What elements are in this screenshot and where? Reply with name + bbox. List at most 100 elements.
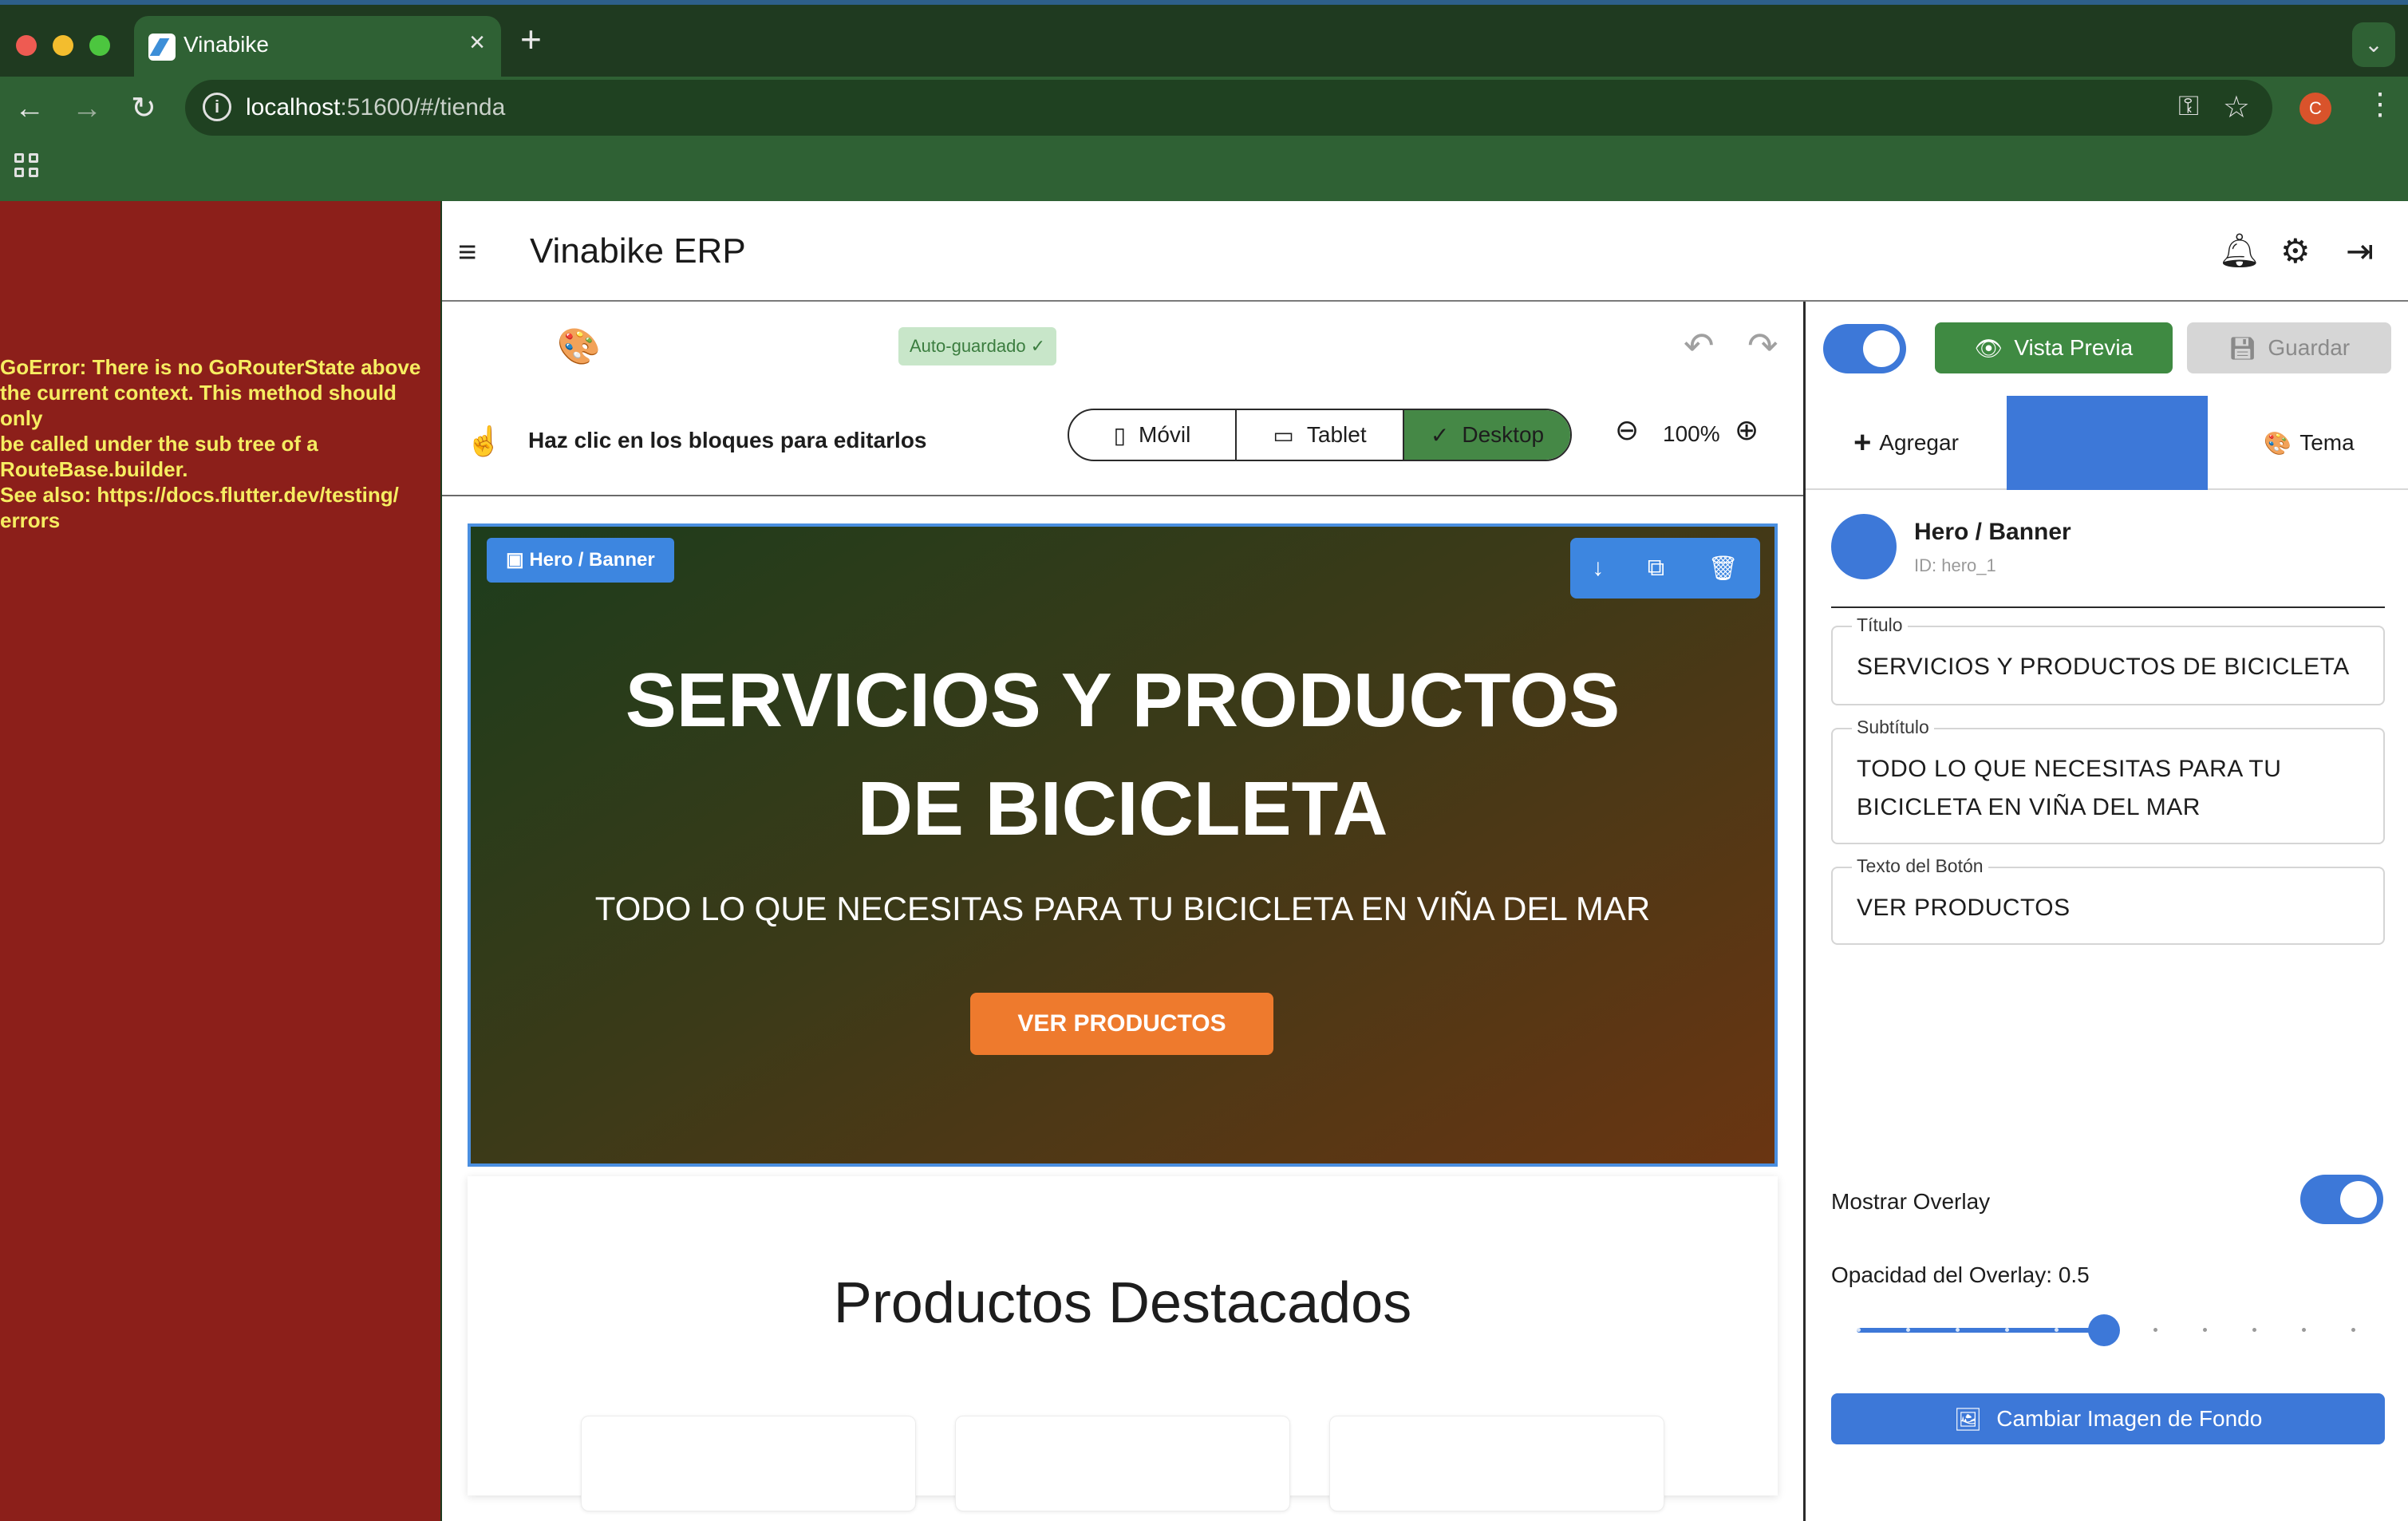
hero-title: SERVICIOS Y PRODUCTOS DE BICICLETA: [625, 658, 1620, 851]
editor-toolbar: 🎨 Auto-guardado ✓ ↶ ↷: [442, 302, 1803, 396]
bookmark-star-icon[interactable]: ☆: [2223, 89, 2250, 125]
app-bar: ≡ Vinabike ERP 🔔︎ ⚙ ⇥: [442, 201, 2408, 302]
selected-block-header: Hero / Banner ID: hero_1: [1831, 514, 2385, 608]
preview-label: Vista Previa: [2014, 335, 2134, 360]
title-field-value: SERVICIOS Y PRODUCTOS DE BICICLETA: [1857, 654, 2350, 680]
copy-icon[interactable]: ⧉: [1648, 555, 1664, 582]
tab-search-chevron-icon[interactable]: ⌄: [2352, 22, 2395, 67]
gear-icon[interactable]: ⚙: [2280, 231, 2311, 271]
palette-icon: 🎨: [2264, 430, 2292, 456]
view-carousel-icon: ▣: [506, 549, 530, 571]
back-icon[interactable]: ←: [14, 89, 45, 128]
tab-add[interactable]: + Agregar: [1806, 396, 2007, 490]
block-avatar: [1831, 514, 1897, 579]
product-card[interactable]: [955, 1416, 1290, 1511]
error-message: GoError: There is no GoRouterState above…: [0, 355, 421, 532]
slider-tick: [2302, 1328, 2306, 1332]
reload-icon[interactable]: ↻: [131, 89, 156, 128]
forward-icon[interactable]: →: [72, 89, 102, 128]
overlay-toggle[interactable]: [2300, 1175, 2383, 1224]
address-bar[interactable]: i localhost:51600/#/tienda ⚿ ☆: [185, 80, 2272, 136]
maximize-window-button[interactable]: [89, 35, 110, 56]
tab-title: Vinabike: [184, 32, 269, 57]
zoom-in-icon[interactable]: ⊕: [1735, 413, 1759, 447]
image-icon: 🖼︎: [1953, 1406, 1983, 1432]
device-label: Desktop: [1462, 422, 1545, 447]
url-text: localhost:51600/#/tienda: [246, 94, 505, 121]
bell-icon[interactable]: 🔔︎: [2218, 231, 2260, 271]
slider-tick: [2055, 1328, 2059, 1332]
device-mobile[interactable]: ▯ Móvil: [1069, 410, 1237, 460]
undo-icon[interactable]: ↶: [1684, 324, 1715, 367]
close-tab-icon[interactable]: ×: [469, 27, 485, 58]
site-info-icon[interactable]: i: [203, 93, 231, 121]
featured-products-block[interactable]: Productos Destacados: [468, 1176, 1778, 1511]
selected-block-name: Hero / Banner: [1914, 519, 2071, 545]
hero-block[interactable]: ▣ Hero / Banner ↓ ⧉ 🗑︎ SERVICIOS Y PRODU…: [468, 523, 1778, 1167]
slider-thumb[interactable]: [2088, 1314, 2120, 1346]
slider-fill: [1857, 1328, 2104, 1333]
button-text-field-label: Texto del Botón: [1852, 855, 1988, 877]
new-tab-icon[interactable]: +: [520, 21, 542, 57]
redo-icon[interactable]: ↷: [1747, 324, 1778, 367]
block-actions: ↓ ⧉ 🗑︎: [1570, 538, 1760, 599]
browser-chrome: Vinabike × + ⌄ ← → ↻ i localhost:51600/#…: [0, 0, 2408, 201]
edit-mode-toggle[interactable]: [1823, 324, 1906, 373]
title-field[interactable]: Título SERVICIOS Y PRODUCTOS DE BICICLET…: [1831, 614, 2385, 705]
zoom-level: 100%: [1663, 421, 1720, 446]
change-background-label: Cambiar Imagen de Fondo: [1996, 1406, 2263, 1431]
hero-chip: ▣ Hero / Banner: [487, 538, 674, 583]
error-panel: GoError: There is no GoRouterState above…: [0, 201, 440, 1521]
opacity-slider[interactable]: [1857, 1314, 2355, 1346]
tab-label: Agregar: [1879, 430, 1959, 455]
hero-subtitle: TODO LO QUE NECESITAS PARA TU BICICLETA …: [594, 890, 1651, 927]
tab-label: Tema: [2299, 430, 2355, 455]
logout-icon[interactable]: ⇥: [2346, 231, 2374, 271]
opacity-label: Opacidad del Overlay: 0.5: [1831, 1262, 2090, 1287]
slider-tick: [2203, 1328, 2207, 1332]
panel-actions: 👁︎ Vista Previa 💾︎ Guardar: [1806, 302, 2408, 396]
preview-button[interactable]: 👁︎ Vista Previa: [1935, 322, 2173, 373]
save-icon: 💾︎: [2228, 335, 2257, 361]
app-title: Vinabike ERP: [530, 231, 746, 271]
save-label: Guardar: [2268, 335, 2351, 360]
subtitle-field-label: Subtítulo: [1852, 717, 1934, 738]
device-desktop[interactable]: ✓ Desktop: [1404, 410, 1570, 460]
button-text-field[interactable]: Texto del Botón VER PRODUCTOS: [1831, 855, 2385, 945]
password-key-icon[interactable]: ⚿: [2178, 91, 2199, 122]
profile-avatar[interactable]: C: [2299, 93, 2331, 124]
editor-canvas: ▣ Hero / Banner ↓ ⧉ 🗑︎ SERVICIOS Y PRODU…: [442, 496, 1803, 1521]
slider-tick: [2153, 1328, 2157, 1332]
change-background-button[interactable]: 🖼︎ Cambiar Imagen de Fondo: [1831, 1393, 2385, 1444]
tab-theme[interactable]: 🎨 Tema: [2208, 396, 2408, 490]
browser-tab[interactable]: Vinabike ×: [134, 16, 501, 81]
touch-icon: ☝: [466, 425, 502, 457]
panel-tabs: + Agregar 🎨 Tema: [1806, 396, 2408, 490]
minimize-window-button[interactable]: [53, 35, 73, 56]
product-card[interactable]: [1329, 1416, 1664, 1511]
close-window-button[interactable]: [16, 35, 37, 56]
save-button[interactable]: 💾︎ Guardar: [2187, 322, 2391, 373]
featured-title: Productos Destacados: [833, 1271, 1412, 1335]
delete-icon[interactable]: 🗑︎: [1708, 555, 1739, 583]
slider-tick: [1857, 1328, 1861, 1332]
hero-cta-button[interactable]: VER PRODUCTOS: [970, 993, 1273, 1055]
product-card[interactable]: [581, 1416, 916, 1511]
palette-icon[interactable]: 🎨: [557, 326, 601, 367]
toggle-knob: [1863, 330, 1900, 367]
device-selector: ▯ Móvil ▭ Tablet ✓ Desktop: [1068, 409, 1572, 461]
slider-tick: [1906, 1328, 1910, 1332]
tablet-icon: ▭: [1273, 422, 1294, 448]
apps-grid-icon[interactable]: [14, 153, 40, 179]
browser-menu-icon[interactable]: ⋮: [2365, 86, 2395, 122]
slider-tick: [2252, 1328, 2256, 1332]
move-down-icon[interactable]: ↓: [1592, 555, 1604, 582]
zoom-out-icon[interactable]: ⊖: [1615, 413, 1639, 447]
tab-edit[interactable]: [2007, 396, 2208, 490]
device-tablet[interactable]: ▭ Tablet: [1237, 410, 1404, 460]
button-text-field-value: VER PRODUCTOS: [1857, 895, 2070, 921]
menu-collapse-icon[interactable]: ≡: [458, 236, 476, 268]
autosave-badge: Auto-guardado ✓: [898, 327, 1057, 365]
slider-tick: [1956, 1328, 1960, 1332]
subtitle-field[interactable]: Subtítulo TODO LO QUE NECESITAS PARA TU …: [1831, 717, 2385, 844]
